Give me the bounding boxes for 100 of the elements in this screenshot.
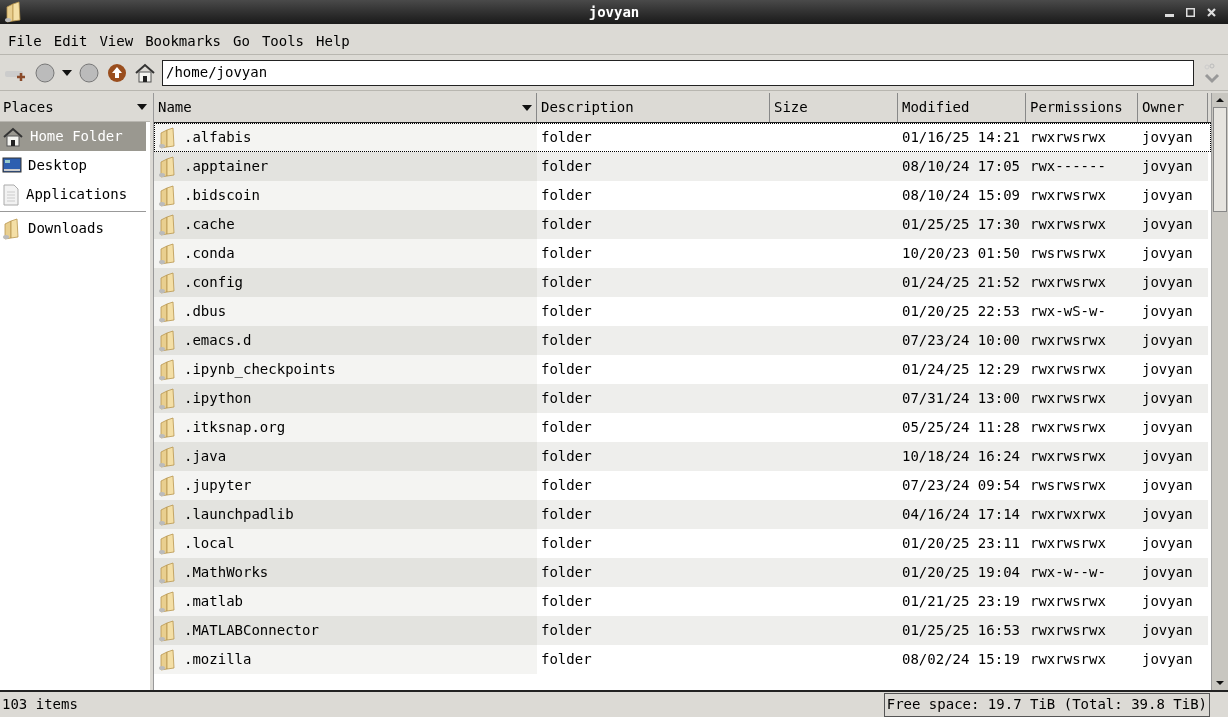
folder-icon	[158, 561, 178, 584]
table-cell-text: folder	[541, 157, 592, 176]
table-cell-text: folder	[541, 244, 592, 263]
table-cell-text: .java	[184, 447, 227, 466]
table-cell-text: rwxrwsrwx	[1030, 534, 1106, 553]
table-cell-text: jovyan	[1142, 157, 1193, 176]
scroll-thumb[interactable]	[1213, 107, 1227, 212]
location-field[interactable]: /home/jovyan	[162, 59, 1194, 86]
table-cell-text: jovyan	[1142, 418, 1193, 437]
table-cell-text: rwx------	[1030, 157, 1106, 176]
up-icon[interactable]	[106, 61, 128, 84]
table-cell-text: rwx-w--w-	[1030, 563, 1106, 582]
table-cell-text: .ipynb_checkpoints	[184, 360, 336, 380]
table-cell-text: jovyan	[1142, 505, 1193, 524]
folder-icon	[158, 155, 178, 178]
table-cell-text: jovyan	[1142, 331, 1193, 350]
file-row[interactable]: .itksnap.org folder 05/25/24 11:28 rwxrwsrwx jovyan	[154, 413, 1211, 442]
table-cell-text: 07/23/24 10:00	[902, 331, 1020, 350]
menu-item[interactable]: File	[2, 30, 48, 52]
caret-icon[interactable]	[62, 68, 72, 77]
table-cell-text: folder	[541, 476, 592, 495]
table-cell-text: 01/25/25 17:30	[902, 215, 1020, 234]
file-row[interactable]: .launchpadlib folder 04/16/24 17:14 rwxrwxrwx jovyan	[154, 500, 1211, 529]
table-cell-text: rwxrwsrwx	[1030, 360, 1106, 379]
table-cell-text: .mozilla	[184, 650, 252, 669]
table-cell-text: folder	[541, 331, 592, 350]
file-row[interactable]: .MathWorks folder 01/20/25 19:04 rwx-w--w- jovyan	[154, 558, 1211, 587]
document-icon	[2, 183, 20, 206]
file-row[interactable]: .emacs.d folder 07/23/24 10:00 rwxrwsrwx jovyan	[154, 326, 1211, 355]
maximize-icon[interactable]	[1186, 7, 1195, 17]
table-cell-text: 01/20/25 22:53	[902, 302, 1020, 321]
table-cell-text: .cache	[184, 215, 235, 234]
table-cell-text: 07/23/24 09:54	[902, 476, 1020, 495]
place-item[interactable]: Desktop	[0, 151, 146, 180]
folder-icon	[158, 300, 178, 323]
table-cell-text: rwxrwsrwx	[1030, 447, 1106, 466]
house-icon	[134, 62, 156, 83]
table-cell-text: folder	[541, 389, 592, 408]
close-icon[interactable]	[1207, 7, 1216, 17]
table-cell-text: jovyan	[1142, 563, 1193, 582]
file-row[interactable]: .ipynb_checkpoints folder 01/24/25 12:29 rwxrwsrwx jovyan	[154, 355, 1211, 384]
file-row[interactable]: .mozilla folder 08/02/24 15:19 rwxrwsrwx jovyan	[154, 645, 1211, 674]
place-item[interactable]: Applications	[0, 180, 146, 209]
table-cell-text: rwxrwsrwx	[1030, 389, 1106, 408]
folder-icon	[158, 271, 178, 294]
table-cell-text: jovyan	[1142, 360, 1193, 379]
table-cell-text: jovyan	[1142, 650, 1193, 669]
file-row[interactable]: .apptainer folder 08/10/24 17:05 rwx------ jovyan	[154, 152, 1211, 181]
menu-item[interactable]: Bookmarks	[139, 30, 227, 52]
file-row[interactable]: .dbus folder 01/20/25 22:53 rwx-wS-w- jovyan	[154, 297, 1211, 326]
column-header[interactable]: Size	[770, 93, 898, 122]
column-header[interactable]: Modified	[898, 93, 1026, 122]
table-cell-text: .conda	[184, 244, 235, 263]
place-item[interactable]: Downloads	[0, 214, 146, 243]
menu-item[interactable]: Go	[227, 30, 256, 52]
table-cell-text: folder	[541, 563, 592, 582]
table-cell-text: folder	[541, 418, 592, 437]
places-title: Places	[3, 97, 54, 117]
table-cell-text: jovyan	[1142, 302, 1193, 321]
table-cell-text: .launchpadlib	[184, 505, 294, 524]
file-row[interactable]: .ipython folder 07/31/24 13:00 rwxrwsrwx jovyan	[154, 384, 1211, 413]
table-cell-text: folder	[541, 273, 592, 292]
table-cell-text: 01/20/25 23:11	[902, 534, 1020, 553]
file-row[interactable]: .cache folder 01/25/25 17:30 rwxrwsrwx jovyan	[154, 210, 1211, 239]
table-cell-text: folder	[541, 447, 592, 466]
table-cell-text: .alfabis	[184, 128, 252, 147]
table-cell-text: folder	[541, 128, 592, 147]
file-row[interactable]: .local folder 01/20/25 23:11 rwxrwsrwx jovyan	[154, 529, 1211, 558]
table-cell-text: jovyan	[1142, 389, 1193, 408]
file-row[interactable]: .jupyter folder 07/23/24 09:54 rwsrwsrwx jovyan	[154, 471, 1211, 500]
back-icon[interactable]	[34, 61, 56, 84]
file-row[interactable]: .conda folder 10/20/23 01:50 rwsrwsrwx jovyan	[154, 239, 1211, 268]
menu-item[interactable]: View	[93, 30, 140, 52]
menu-item[interactable]: Tools	[255, 30, 311, 52]
file-row[interactable]: .MATLABConnector folder 01/25/25 16:53 rwxrwsrwx jovyan	[154, 616, 1211, 645]
scrollbar[interactable]	[1211, 93, 1228, 690]
column-header[interactable]: Name	[154, 93, 537, 122]
column-header[interactable]: Description	[537, 93, 770, 122]
file-row[interactable]: .config folder 01/24/25 21:52 rwxrwsrwx jovyan	[154, 268, 1211, 297]
table-cell-text: rwxrwsrwx	[1030, 592, 1106, 611]
file-row[interactable]: .matlab folder 01/21/25 23:19 rwxrwsrwx jovyan	[154, 587, 1211, 616]
window-title: jovyan	[588, 2, 640, 22]
table-cell-text: .jupyter	[184, 476, 252, 495]
table-cell-text: .emacs.d	[184, 331, 252, 350]
file-row[interactable]: .bidscoin folder 08/10/24 15:09 rwxrwsrwx jovyan	[154, 181, 1211, 210]
table-cell-text: .apptainer	[184, 157, 269, 176]
column-header[interactable]: Owner	[1138, 93, 1208, 122]
folder-icon	[158, 619, 178, 642]
table-cell-text: folder	[541, 650, 592, 669]
table-cell-text: 01/21/25 23:19	[902, 592, 1020, 611]
table-cell-text: jovyan	[1142, 534, 1193, 553]
column-header[interactable]: Permissions	[1026, 93, 1138, 122]
table-cell-text: 10/20/23 01:50	[902, 244, 1020, 263]
menu-item[interactable]: Edit	[47, 30, 94, 52]
caret-icon[interactable]	[137, 103, 147, 111]
file-row[interactable]: .java folder 10/18/24 16:24 rwxrwsrwx jovyan	[154, 442, 1211, 471]
file-row[interactable]: .alfabis folder 01/16/25 14:21 rwxrwsrwx jovyan	[154, 123, 1211, 152]
menu-item[interactable]: Help	[310, 30, 356, 52]
folder-icon	[158, 532, 178, 555]
forward-icon[interactable]	[78, 61, 100, 84]
